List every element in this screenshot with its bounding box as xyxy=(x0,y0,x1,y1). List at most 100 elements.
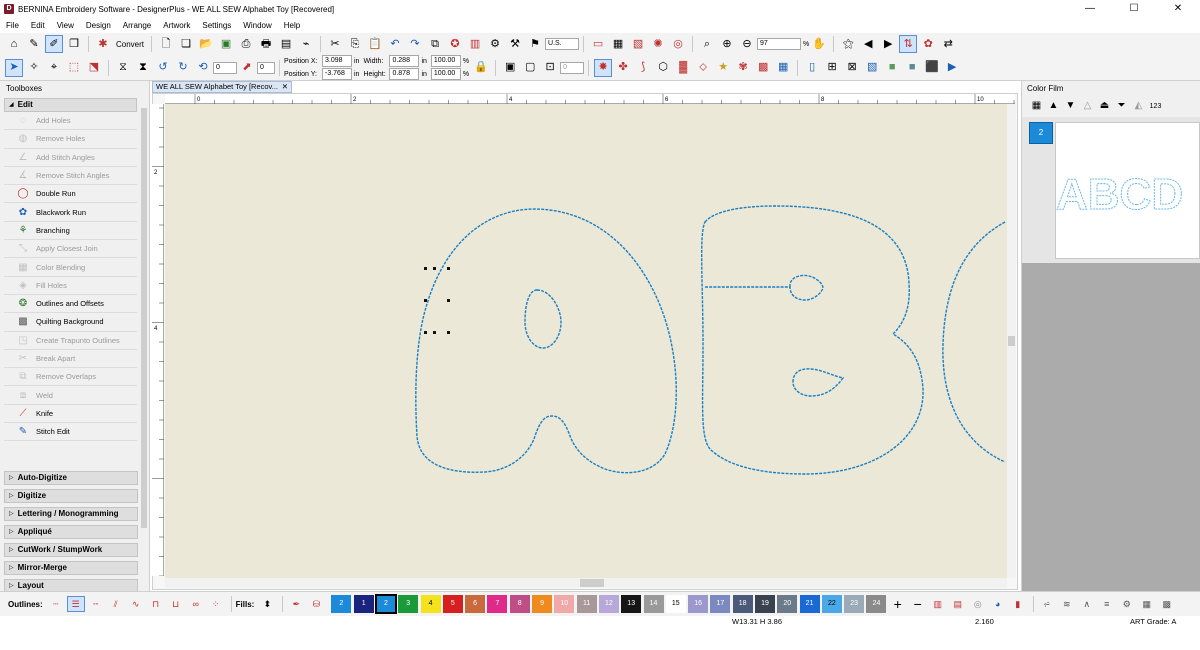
thread-swatch[interactable]: 21 xyxy=(799,595,820,613)
angle-tool-icon[interactable]: ∧ xyxy=(1078,596,1096,612)
move-last-icon[interactable]: ⏷ xyxy=(1114,99,1129,114)
write-to-card-icon[interactable]: ▤ xyxy=(277,35,295,53)
outline-backstitch-icon[interactable]: ╌ xyxy=(87,596,105,612)
copy-icon[interactable]: ⎘ xyxy=(346,35,364,53)
print-icon[interactable]: 🖶 xyxy=(257,35,275,53)
usb-icon[interactable]: ⌁ xyxy=(297,35,315,53)
scroll-thumb[interactable] xyxy=(1008,336,1015,346)
menu-window[interactable]: Window xyxy=(237,21,277,30)
blocks-icon[interactable]: ⬛ xyxy=(923,59,941,77)
background-blue-icon[interactable]: ■ xyxy=(903,59,921,77)
lock-icon[interactable]: ⊡ xyxy=(541,59,559,77)
show-hoop-icon[interactable]: ▭ xyxy=(589,35,607,53)
spool-icon[interactable]: ▮ xyxy=(1009,596,1027,612)
previous-icon[interactable]: ◀ xyxy=(859,35,877,53)
slant-icon[interactable]: ⬈ xyxy=(238,59,256,77)
group-mirror-merge[interactable]: ▷ Mirror-Merge xyxy=(4,561,138,575)
motif-icon[interactable]: ✤ xyxy=(614,59,632,77)
show-fabric-icon[interactable]: ▧ xyxy=(629,35,647,53)
next-icon[interactable]: ▶ xyxy=(879,35,897,53)
color-ring-icon[interactable]: ◎ xyxy=(969,596,987,612)
outline-wave-icon[interactable]: ∿ xyxy=(127,596,145,612)
group-lettering-monogramming[interactable]: ▷ Lettering / Monogramming xyxy=(4,507,138,521)
outline-bead-icon[interactable]: ⁘ xyxy=(207,596,225,612)
open-folder-icon[interactable]: 📂 xyxy=(197,35,215,53)
canvas-vertical-scrollbar[interactable] xyxy=(1007,104,1016,578)
move-down-icon[interactable]: ▼ xyxy=(1063,99,1078,114)
thread-swatch[interactable]: 1 xyxy=(353,595,374,613)
thread-swatch[interactable]: 11 xyxy=(576,595,597,613)
position-y-input[interactable]: -3.768 xyxy=(322,68,352,80)
pan-hand-icon[interactable]: ✋ xyxy=(810,35,828,53)
background-green-icon[interactable]: ■ xyxy=(883,59,901,77)
thread-swatch[interactable]: 19 xyxy=(754,595,775,613)
number-sequence-icon[interactable]: 123 xyxy=(1148,99,1163,114)
hoop-select-icon[interactable]: ▯ xyxy=(803,59,821,77)
rotate-input[interactable]: 0 xyxy=(213,61,237,74)
cut-icon[interactable]: ✂ xyxy=(326,35,344,53)
frame-icon[interactable]: ▥ xyxy=(466,35,484,53)
width-input[interactable]: 0.288 xyxy=(389,55,420,67)
move-top-icon[interactable]: ⏏ xyxy=(1097,99,1112,114)
document-tab[interactable]: WE ALL SEW Alphabet Toy [Recov... ✕ xyxy=(152,81,292,93)
blackwork-fill-icon[interactable]: ▩ xyxy=(754,59,772,77)
thread-swatch[interactable]: 4 xyxy=(420,595,441,613)
transform-icon[interactable]: ⬔ xyxy=(85,59,103,77)
design-canvas[interactable] xyxy=(165,104,1007,578)
tool-outlines-offsets[interactable]: ❂ Outlines and Offsets xyxy=(4,295,137,314)
zoom-input[interactable]: 97 xyxy=(757,38,802,50)
print-preview-icon[interactable]: ⎙ xyxy=(237,35,255,53)
fill-stitch-icon[interactable]: ⬡ xyxy=(654,59,672,77)
fill-dropdown-icon[interactable]: ⬍ xyxy=(258,596,276,612)
mirror-vertical-icon[interactable]: ⧗ xyxy=(134,59,152,77)
tool-knife[interactable]: ⟋ Knife xyxy=(4,405,137,424)
flower-icon[interactable]: ✾ xyxy=(734,59,752,77)
scale-height-input[interactable]: 100.00 xyxy=(430,68,461,80)
reshape-icon[interactable]: ⬚ xyxy=(65,59,83,77)
color-film-thumbnail[interactable]: ABCD xyxy=(1055,122,1200,259)
insert-design-icon[interactable]: ⧉ xyxy=(426,35,444,53)
grid-fill-icon[interactable]: ▦ xyxy=(774,59,792,77)
group-digitize[interactable]: ▷ Digitize xyxy=(4,489,138,503)
add-color-icon[interactable]: + xyxy=(889,596,907,612)
thread-swatch[interactable]: 18 xyxy=(732,595,753,613)
menu-arrange[interactable]: Arrange xyxy=(117,21,157,30)
outline-blanket-icon[interactable]: ⊓ xyxy=(147,596,165,612)
thread-icon[interactable]: ✺ xyxy=(649,35,667,53)
thread-swatch[interactable]: 6 xyxy=(465,595,486,613)
hoop-circle-icon[interactable]: ◎ xyxy=(669,35,687,53)
fill-top-icon[interactable]: ◭ xyxy=(1131,99,1146,114)
paint-bucket-icon[interactable]: ⛁ xyxy=(307,596,325,612)
thread-swatch[interactable]: 2 xyxy=(331,595,352,613)
group-auto-digitize[interactable]: ▷ Auto-Digitize xyxy=(4,471,138,485)
thread-swatch[interactable]: 9 xyxy=(532,595,553,613)
thread-swatch[interactable]: 17 xyxy=(710,595,731,613)
group-icon[interactable]: ▣ xyxy=(501,59,519,77)
remove-color-icon[interactable]: − xyxy=(909,596,927,612)
canvas-horizontal-scrollbar[interactable] xyxy=(165,578,1007,588)
thread-swatch[interactable]: 14 xyxy=(643,595,664,613)
thread-swatch[interactable]: 5 xyxy=(442,595,463,613)
fabric-grid-icon[interactable]: ▧ xyxy=(863,59,881,77)
wave-tool-icon[interactable]: ≋ xyxy=(1058,596,1076,612)
zigzag-tool-icon[interactable]: ⩫ xyxy=(1038,596,1056,612)
stitch-view-icon[interactable]: ✐ xyxy=(45,35,63,53)
tools-icon[interactable]: ⚒ xyxy=(506,35,524,53)
zoom-out-icon[interactable]: ⊖ xyxy=(738,35,756,53)
zoom-fit-icon[interactable]: ⌕ xyxy=(698,35,716,53)
thread-chart-icon[interactable]: ▤ xyxy=(949,596,967,612)
show-grid-icon[interactable]: ▦ xyxy=(609,35,627,53)
select-point-icon[interactable]: ✧ xyxy=(25,59,43,77)
maximize-button[interactable]: ☐ xyxy=(1112,0,1156,18)
thread-swatch[interactable]: 15 xyxy=(665,595,686,613)
rotate-left-icon[interactable]: ↺ xyxy=(154,59,172,77)
outline-triple-icon[interactable]: ☰ xyxy=(66,596,85,612)
group-edit[interactable]: ◢ Edit xyxy=(4,98,137,112)
thread-swatch[interactable]: 8 xyxy=(509,595,530,613)
new-from-template-icon[interactable]: ❏ xyxy=(177,35,195,53)
texture-tool-icon[interactable]: ▩ xyxy=(1158,596,1176,612)
pattern-tool-icon[interactable]: ▦ xyxy=(1138,596,1156,612)
thread-swatch[interactable]: 23 xyxy=(844,595,865,613)
move-up-icon[interactable]: △ xyxy=(1080,99,1095,114)
tool-double-run[interactable]: ◯ Double Run xyxy=(4,185,137,204)
